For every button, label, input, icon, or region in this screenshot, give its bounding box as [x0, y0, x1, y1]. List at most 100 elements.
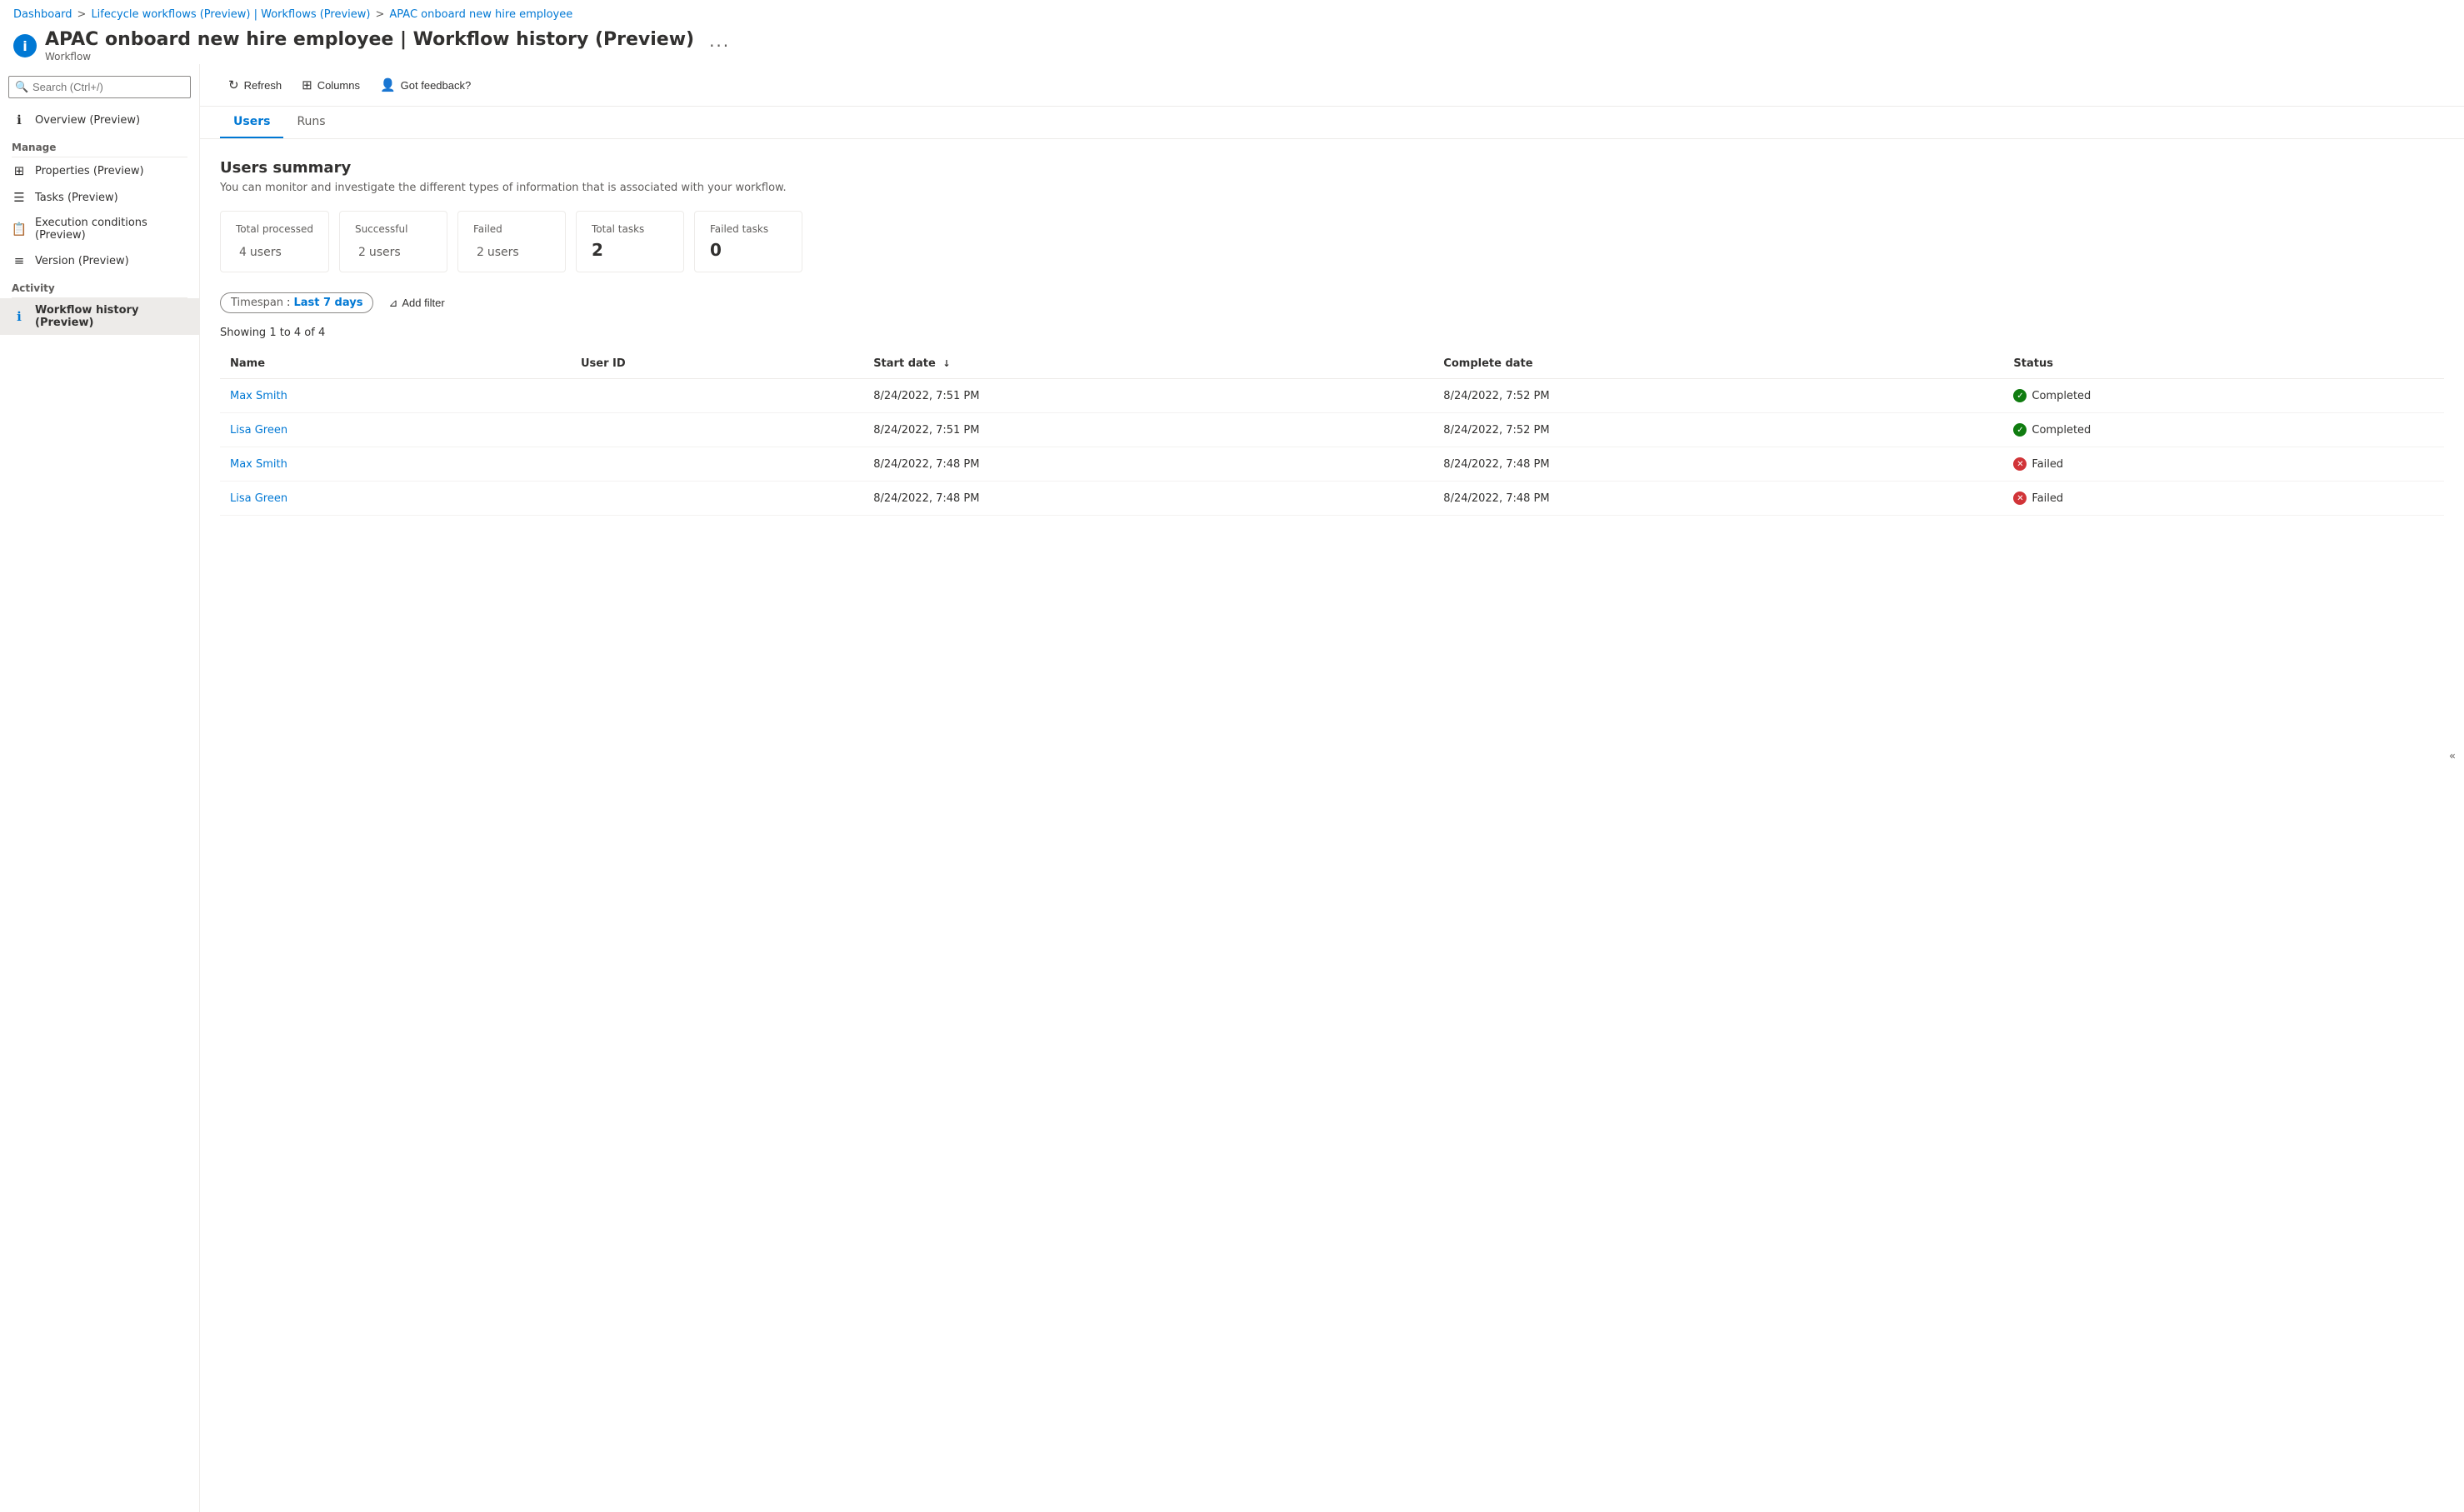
timespan-filter[interactable]: Timespan : Last 7 days — [220, 292, 373, 313]
sidebar-item-version[interactable]: ≡ Version (Preview) — [0, 247, 199, 274]
card-failed-tasks-label: Failed tasks — [710, 223, 787, 235]
columns-button[interactable]: ⊞ Columns — [293, 72, 368, 97]
col-name: Name — [220, 349, 571, 379]
table-header: Name User ID Start date ↓ Complete date — [220, 349, 2444, 379]
info-icon: ℹ — [12, 112, 27, 127]
version-icon: ≡ — [12, 253, 27, 268]
cell-completedate: 8/24/2022, 7:48 PM — [1433, 482, 2003, 516]
search-input[interactable] — [8, 76, 191, 98]
add-filter-button[interactable]: ⊿ Add filter — [380, 293, 452, 313]
cell-status: Completed — [2003, 379, 2444, 413]
sidebar-item-workflow-history[interactable]: ℹ Workflow history (Preview) — [0, 298, 199, 335]
page-header-icon: i — [13, 34, 37, 57]
sort-icon: ↓ — [942, 358, 950, 369]
timespan-value: Last 7 days — [293, 297, 362, 309]
breadcrumb-sep-2: > — [375, 8, 384, 21]
tab-runs[interactable]: Runs — [283, 107, 338, 138]
sidebar-item-tasks[interactable]: ☰ Tasks (Preview) — [0, 184, 199, 211]
breadcrumb-dashboard[interactable]: Dashboard — [13, 8, 72, 21]
tab-users[interactable]: Users — [220, 107, 283, 138]
card-total-processed-value: 4users — [236, 240, 313, 260]
refresh-label: Refresh — [244, 79, 282, 92]
breadcrumb-sep-1: > — [77, 8, 87, 21]
status-text: Completed — [2032, 390, 2091, 402]
sidebar-item-properties-label: Properties (Preview) — [35, 165, 144, 177]
cell-completedate: 8/24/2022, 7:48 PM — [1433, 447, 2003, 482]
breadcrumb: Dashboard > Lifecycle workflows (Preview… — [0, 0, 2464, 26]
sidebar: 🔍 « ℹ Overview (Preview) Manage ⊞ Proper… — [0, 64, 200, 1512]
card-successful-label: Successful — [355, 223, 432, 235]
card-failed-tasks-value: 0 — [710, 240, 787, 260]
cell-userid — [571, 447, 863, 482]
main-content: Users summary You can monitor and invest… — [200, 139, 2464, 1512]
cell-userid — [571, 379, 863, 413]
cell-startdate: 8/24/2022, 7:48 PM — [863, 482, 1433, 516]
summary-cards: Total processed 4users Successful 2users… — [220, 211, 2444, 272]
sidebar-item-properties[interactable]: ⊞ Properties (Preview) — [0, 157, 199, 184]
feedback-label: Got feedback? — [401, 79, 472, 92]
status-badge: Completed — [2013, 389, 2434, 402]
status-badge: Failed — [2013, 457, 2434, 471]
timespan-key: Timespan — [231, 297, 283, 309]
name-link[interactable]: Max Smith — [230, 458, 287, 471]
card-total-processed: Total processed 4users — [220, 211, 329, 272]
table-row: Lisa Green 8/24/2022, 7:48 PM8/24/2022, 7… — [220, 482, 2444, 516]
page-title: APAC onboard new hire employee | Workflo… — [45, 29, 694, 50]
card-successful-value: 2users — [355, 240, 432, 260]
failed-icon — [2013, 457, 2027, 471]
sidebar-item-workflow-history-label: Workflow history (Preview) — [35, 304, 187, 329]
breadcrumb-current[interactable]: APAC onboard new hire employee — [389, 8, 572, 21]
timespan-separator: : — [287, 297, 290, 309]
table-row: Max Smith8/24/2022, 7:51 PM8/24/2022, 7:… — [220, 379, 2444, 413]
table-row: Lisa Green8/24/2022, 7:51 PM8/24/2022, 7… — [220, 413, 2444, 447]
refresh-button[interactable]: ↻ Refresh — [220, 72, 290, 97]
completed-icon — [2013, 423, 2027, 437]
card-failed-value: 2users — [473, 240, 550, 260]
add-filter-label: Add filter — [402, 297, 444, 309]
cell-startdate: 8/24/2022, 7:51 PM — [863, 379, 1433, 413]
feedback-button[interactable]: 👤 Got feedback? — [372, 72, 479, 97]
cell-completedate: 8/24/2022, 7:52 PM — [1433, 413, 2003, 447]
status-badge: Completed — [2013, 423, 2434, 437]
card-failed-tasks: Failed tasks 0 — [694, 211, 802, 272]
name-link[interactable]: Lisa Green — [230, 424, 287, 437]
tasks-icon: ☰ — [12, 190, 27, 205]
refresh-icon: ↻ — [228, 77, 239, 92]
more-options-icon[interactable]: ··· — [709, 36, 730, 56]
columns-icon: ⊞ — [302, 77, 312, 92]
sidebar-section-manage: Manage — [0, 133, 199, 157]
card-failed-label: Failed — [473, 223, 550, 235]
status-text: Failed — [2032, 458, 2063, 471]
filters-row: Timespan : Last 7 days ⊿ Add filter — [220, 292, 2444, 313]
status-text: Failed — [2032, 492, 2063, 505]
section-title: Users summary — [220, 159, 2444, 177]
status-text: Completed — [2032, 424, 2091, 437]
col-status: Status — [2003, 349, 2444, 379]
cell-startdate: 8/24/2022, 7:48 PM — [863, 447, 1433, 482]
failed-icon — [2013, 492, 2027, 505]
page-header: i APAC onboard new hire employee | Workf… — [0, 26, 2464, 64]
columns-label: Columns — [317, 79, 360, 92]
workflow-history-icon: ℹ — [12, 309, 27, 324]
section-desc: You can monitor and investigate the diff… — [220, 182, 2444, 194]
sidebar-item-execution[interactable]: 📋 Execution conditions (Preview) — [0, 211, 199, 247]
table-body: Max Smith8/24/2022, 7:51 PM8/24/2022, 7:… — [220, 379, 2444, 516]
toolbar: ↻ Refresh ⊞ Columns 👤 Got feedback? — [200, 64, 2464, 107]
col-startdate[interactable]: Start date ↓ — [863, 349, 1433, 379]
page-subtitle: Workflow — [45, 51, 694, 62]
cell-userid — [571, 482, 863, 516]
properties-icon: ⊞ — [12, 163, 27, 178]
tabs: Users Runs — [200, 107, 2464, 139]
name-link[interactable]: Lisa Green — [230, 492, 287, 505]
breadcrumb-lifecycle[interactable]: Lifecycle workflows (Preview) | Workflow… — [91, 8, 370, 21]
name-link[interactable]: Max Smith — [230, 390, 287, 402]
card-total-processed-unit: users — [250, 246, 282, 259]
col-userid: User ID — [571, 349, 863, 379]
showing-count: Showing 1 to 4 of 4 — [220, 327, 2444, 339]
sidebar-item-execution-label: Execution conditions (Preview) — [35, 217, 187, 242]
cell-name: Lisa Green — [220, 413, 571, 447]
content-area: ↻ Refresh ⊞ Columns 👤 Got feedback? User… — [200, 64, 2464, 1512]
sidebar-item-overview[interactable]: ℹ Overview (Preview) — [0, 107, 199, 133]
card-total-tasks-value: 2 — [592, 240, 668, 260]
cell-name: Max Smith — [220, 447, 571, 482]
